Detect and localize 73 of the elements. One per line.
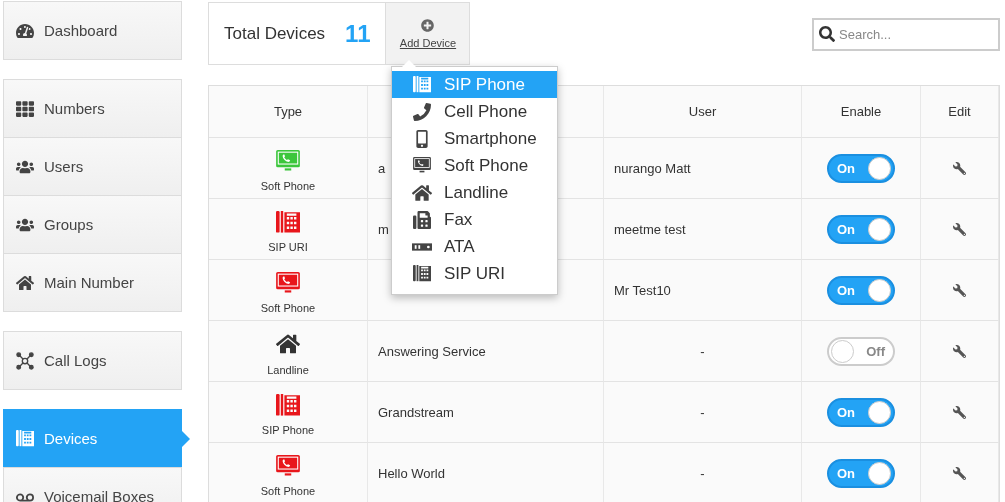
wrench-icon bbox=[953, 344, 966, 358]
device-name: a bbox=[378, 160, 386, 176]
device-name: Hello World bbox=[378, 465, 445, 481]
selection-arrow bbox=[182, 431, 190, 447]
monitor-phone-icon bbox=[276, 455, 300, 477]
sidebar-item[interactable]: Main Number bbox=[3, 253, 182, 312]
wrench-icon bbox=[953, 283, 966, 297]
desk-phone-icon bbox=[412, 265, 432, 282]
desk-phone-icon bbox=[276, 211, 300, 233]
monitor-phone-icon bbox=[412, 157, 432, 174]
edit-button[interactable] bbox=[951, 220, 968, 238]
monitor-phone-icon bbox=[276, 150, 300, 172]
house-icon bbox=[276, 332, 300, 356]
edit-button[interactable] bbox=[951, 159, 968, 177]
enable-toggle[interactable]: Off bbox=[827, 336, 895, 366]
sidebar-item[interactable]: Numbers bbox=[3, 79, 182, 138]
column-header: User bbox=[688, 104, 717, 119]
monitor-phone-icon bbox=[276, 272, 300, 294]
device-type: SIP URI bbox=[268, 240, 308, 253]
menu-item[interactable]: Smartphone bbox=[392, 125, 557, 152]
user-name: nurango Matt bbox=[614, 160, 691, 176]
wrench-icon bbox=[953, 405, 966, 419]
device-count: 11 bbox=[345, 19, 371, 48]
device-type: Landline bbox=[267, 364, 309, 376]
fax-icon bbox=[412, 210, 432, 229]
total-label: Total Devices bbox=[224, 23, 326, 44]
menu-item[interactable]: SIP URI bbox=[392, 260, 557, 287]
plus-icon bbox=[421, 18, 435, 32]
device-type: Soft Phone bbox=[260, 179, 316, 192]
grid-icon bbox=[16, 99, 34, 118]
device-name: m bbox=[378, 221, 389, 237]
device-type: Soft Phone bbox=[260, 301, 316, 314]
user-name: - bbox=[700, 465, 705, 481]
edit-button[interactable] bbox=[951, 464, 968, 482]
desk-phone-icon bbox=[276, 394, 300, 416]
house-icon bbox=[16, 273, 34, 292]
device-box-icon bbox=[412, 242, 432, 251]
menu-item[interactable]: ATA bbox=[392, 233, 557, 260]
network-icon bbox=[16, 351, 34, 370]
menu-item[interactable]: Fax bbox=[392, 206, 557, 233]
desk-phone-icon bbox=[16, 430, 34, 447]
device-type: Soft Phone bbox=[260, 484, 316, 497]
menu-item[interactable]: Landline bbox=[392, 179, 557, 206]
column-header: Type bbox=[273, 104, 303, 119]
edit-button[interactable] bbox=[951, 281, 968, 299]
device-type: SIP Phone bbox=[261, 423, 315, 436]
column-header: Enable bbox=[840, 104, 882, 119]
search-field[interactable]: Search... bbox=[812, 18, 1000, 51]
gauge-icon bbox=[16, 21, 34, 40]
wrench-icon bbox=[953, 466, 966, 480]
user-name: - bbox=[700, 343, 705, 359]
device-name: Grandstream bbox=[378, 404, 454, 420]
user-name: Mr Test10 bbox=[614, 282, 671, 298]
sidebar-item[interactable]: Dashboard bbox=[3, 1, 182, 60]
house-icon bbox=[412, 183, 432, 202]
edit-button[interactable] bbox=[951, 403, 968, 421]
column-header: Edit bbox=[948, 104, 971, 119]
search-icon bbox=[819, 26, 835, 42]
user-name: - bbox=[700, 404, 705, 420]
device-name: Answering Service bbox=[378, 343, 486, 359]
menu-item[interactable]: Soft Phone bbox=[392, 152, 557, 179]
add-device-button[interactable]: Add Device bbox=[385, 3, 470, 64]
user-name: meetme test bbox=[614, 221, 686, 237]
sidebar-item[interactable]: Users bbox=[3, 137, 182, 196]
desk-phone-icon bbox=[412, 76, 432, 93]
wrench-icon bbox=[953, 161, 966, 175]
edit-button[interactable] bbox=[951, 342, 968, 360]
phone-icon bbox=[412, 102, 432, 121]
sidebar-item[interactable]: Call Logs bbox=[3, 331, 182, 390]
sidebar-item[interactable]: Groups bbox=[3, 195, 182, 254]
menu-item[interactable]: Cell Phone bbox=[392, 98, 557, 125]
wrench-icon bbox=[953, 222, 966, 236]
sidebar-item[interactable]: Voicemail Boxes bbox=[3, 467, 182, 502]
